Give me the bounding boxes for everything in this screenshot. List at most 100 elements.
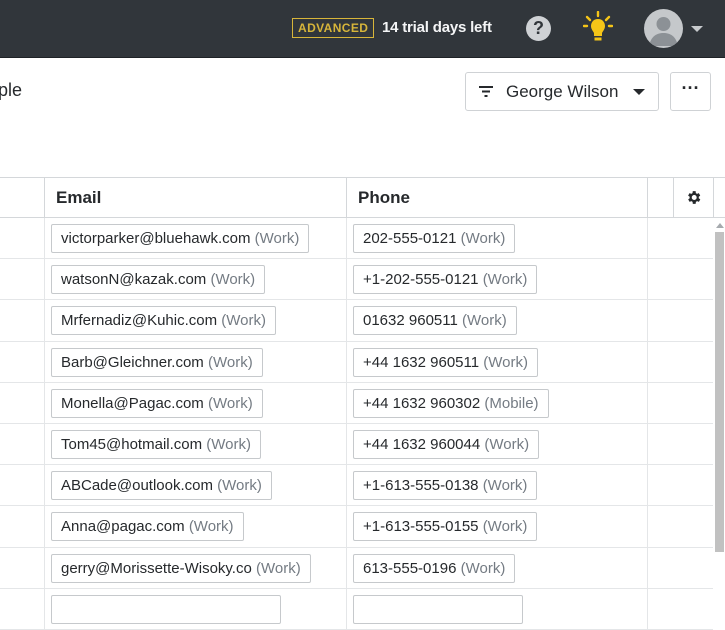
table-cell xyxy=(0,259,44,300)
email-cell[interactable] xyxy=(44,588,346,630)
table-row[interactable]: Barb@Gleichner.com (Work) +44 1632 96051… xyxy=(0,341,713,383)
phone-chip[interactable]: +1-613-555-0155 (Work) xyxy=(353,512,538,542)
more-actions-button[interactable]: ··· xyxy=(670,72,711,111)
phone-cell[interactable]: +1-613-555-0155 (Work) xyxy=(346,506,647,548)
email-cell[interactable]: Mrfernadiz@Kuhic.com (Work) xyxy=(44,300,346,342)
phone-value: 613-555-0196 xyxy=(363,559,457,577)
phone-cell[interactable]: 202-555-0121 (Work) xyxy=(346,218,647,259)
phone-chip[interactable]: 613-555-0196 (Work) xyxy=(353,553,516,583)
table-cell xyxy=(647,423,713,465)
email-chip-cut-off[interactable] xyxy=(51,594,281,624)
table-row[interactable]: Mrfernadiz@Kuhic.com (Work) 01632 960511… xyxy=(0,300,713,342)
owner-filter-button[interactable]: George Wilson xyxy=(465,72,659,111)
email-cell[interactable]: watsonN@kazak.com (Work) xyxy=(44,259,346,301)
plan-badge[interactable]: ADVANCED xyxy=(292,18,375,38)
phone-cell[interactable]: +44 1632 960302 (Mobile) xyxy=(346,382,647,424)
table-row[interactable]: gerry@Morissette-Wisoky.co (Work) 613-55… xyxy=(0,547,713,589)
email-type: (Work) xyxy=(206,435,251,453)
phone-cell[interactable] xyxy=(346,588,647,630)
table-row[interactable]: Monella@Pagac.com (Work) +44 1632 960302… xyxy=(0,382,713,424)
phone-chip-cut-off[interactable] xyxy=(353,594,523,624)
email-type: (Work) xyxy=(221,312,266,330)
email-type: (Work) xyxy=(217,477,262,495)
email-cell[interactable]: gerry@Morissette-Wisoky.co (Work) xyxy=(44,547,346,589)
email-chip[interactable]: victorparker@bluehawk.com (Work) xyxy=(51,224,310,253)
scrollbar-thumb[interactable] xyxy=(715,232,724,552)
chevron-down-icon xyxy=(633,89,645,95)
user-avatar-icon[interactable] xyxy=(644,9,683,48)
table-row[interactable]: Tom45@hotmail.com (Work) +44 1632 960044… xyxy=(0,423,713,466)
phone-chip[interactable]: +44 1632 960511 (Work) xyxy=(353,347,538,377)
email-chip[interactable]: Barb@Gleichner.com (Work) xyxy=(51,347,263,377)
phone-cell[interactable]: 613-555-0196 (Work) xyxy=(346,547,647,589)
scroll-up-arrow-icon[interactable] xyxy=(716,223,724,228)
column-header-spacer xyxy=(647,178,673,217)
email-cell[interactable]: ABCade@outlook.com (Work) xyxy=(44,465,346,507)
email-type: (Work) xyxy=(207,353,253,371)
column-header-email[interactable]: Email xyxy=(44,178,346,217)
table-header: Email Phone xyxy=(0,177,725,218)
email-chip[interactable]: Monella@Pagac.com (Work) xyxy=(51,388,263,418)
phone-chip[interactable]: +44 1632 960302 (Mobile) xyxy=(353,388,549,418)
phone-value: +44 1632 960511 xyxy=(363,353,480,371)
help-icon[interactable]: ? xyxy=(526,16,551,41)
email-cell[interactable]: Tom45@hotmail.com (Work) xyxy=(44,423,346,465)
email-value: Mrfernadiz@Kuhic.com xyxy=(61,312,218,330)
email-cell[interactable]: Anna@pagac.com (Work) xyxy=(44,506,346,548)
column-header-phone[interactable]: Phone xyxy=(346,178,647,217)
email-cell[interactable]: victorparker@bluehawk.com (Work) xyxy=(44,218,346,259)
page-title: ple xyxy=(0,80,23,100)
table-row[interactable]: ABCade@outlook.com (Work) +1-613-555-013… xyxy=(0,465,713,507)
email-type: (Work) xyxy=(210,271,256,289)
phone-cell[interactable]: +44 1632 960511 (Work) xyxy=(346,341,647,383)
email-value: watsonN@kazak.com xyxy=(61,271,207,289)
email-cell[interactable]: Monella@Pagac.com (Work) xyxy=(44,382,346,424)
table-cell xyxy=(0,465,44,506)
column-settings-button[interactable] xyxy=(673,178,713,217)
phone-chip[interactable]: 202-555-0121 (Work) xyxy=(353,224,516,253)
table-row[interactable]: watsonN@kazak.com (Work) +1-202-555-0121… xyxy=(0,259,713,301)
email-chip[interactable]: watsonN@kazak.com (Work) xyxy=(51,265,266,295)
phone-chip[interactable]: +44 1632 960044 (Work) xyxy=(353,429,540,459)
phone-cell[interactable]: +1-613-555-0138 (Work) xyxy=(346,465,647,507)
table-cell xyxy=(647,588,713,630)
email-chip[interactable]: Anna@pagac.com (Work) xyxy=(51,512,244,542)
phone-type: (Work) xyxy=(482,518,528,536)
phone-type: (Work) xyxy=(460,230,506,247)
phone-value: +1-202-555-0121 xyxy=(363,271,479,289)
phone-cell[interactable]: 01632 960511 (Work) xyxy=(346,300,647,342)
table-row[interactable]: victorparker@bluehawk.com (Work) 202-555… xyxy=(0,218,713,260)
phone-type: (Work) xyxy=(484,435,530,453)
phone-cell[interactable]: +44 1632 960044 (Work) xyxy=(346,423,647,465)
phone-value: +1-613-555-0138 xyxy=(363,477,479,495)
phone-type: (Work) xyxy=(482,271,528,289)
email-value: Barb@Gleichner.com xyxy=(61,353,204,371)
gear-icon xyxy=(688,191,701,204)
phone-type: (Mobile) xyxy=(484,394,539,412)
table-cell xyxy=(647,341,713,383)
filter-icon xyxy=(479,86,493,97)
account-menu-chevron-icon[interactable] xyxy=(691,26,703,32)
email-chip[interactable]: ABCade@outlook.com (Work) xyxy=(51,471,272,501)
phone-cell[interactable]: +1-202-555-0121 (Work) xyxy=(346,259,647,301)
lightbulb-icon[interactable] xyxy=(582,10,614,48)
trial-days-text[interactable]: 14 trial days left xyxy=(382,19,492,36)
email-chip[interactable]: gerry@Morissette-Wisoky.co (Work) xyxy=(51,553,311,583)
email-chip[interactable]: Mrfernadiz@Kuhic.com (Work) xyxy=(51,306,276,336)
email-type: (Work) xyxy=(207,394,253,412)
phone-type: (Work) xyxy=(482,477,528,495)
email-cell[interactable]: Barb@Gleichner.com (Work) xyxy=(44,341,346,383)
phone-chip[interactable]: +1-613-555-0138 (Work) xyxy=(353,471,538,501)
table-cell xyxy=(647,300,713,342)
table-cell xyxy=(647,547,713,589)
email-chip[interactable]: Tom45@hotmail.com (Work) xyxy=(51,429,261,459)
table-cell xyxy=(0,218,44,259)
phone-chip[interactable]: +1-202-555-0121 (Work) xyxy=(353,265,538,295)
email-value: Anna@pagac.com xyxy=(61,518,185,536)
table-row-partial[interactable] xyxy=(0,588,713,630)
email-value: Tom45@hotmail.com xyxy=(61,435,203,453)
table-cell xyxy=(647,465,713,507)
phone-value: 202-555-0121 xyxy=(363,230,457,247)
table-row[interactable]: Anna@pagac.com (Work) +1-613-555-0155 (W… xyxy=(0,506,713,548)
phone-chip[interactable]: 01632 960511 (Work) xyxy=(353,306,517,336)
